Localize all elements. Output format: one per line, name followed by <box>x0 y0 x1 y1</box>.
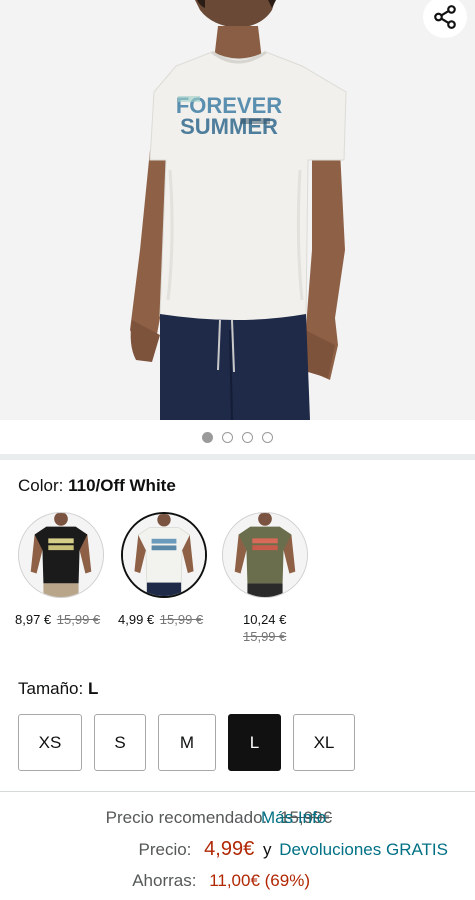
size-option-l[interactable]: L <box>228 714 281 771</box>
section-divider <box>0 454 475 460</box>
product-image[interactable]: FOREVER SUMMER <box>0 0 475 420</box>
swatch-price-khaki: 10,24 € 15,99 € <box>243 612 286 644</box>
color-swatch-off-white[interactable] <box>121 512 207 598</box>
color-selected-value: 110/Off White <box>68 476 176 495</box>
swatch-image <box>123 514 205 596</box>
carousel-dot-1[interactable] <box>202 431 213 443</box>
carousel-dot-2[interactable] <box>222 431 233 443</box>
savings-value: 11,00€ (69%) <box>209 871 310 890</box>
price-value: 4,99€ <box>204 838 255 860</box>
product-photo: FOREVER SUMMER <box>0 0 475 420</box>
carousel-dot-3[interactable] <box>242 431 253 443</box>
size-heading: Tamaño: L <box>18 679 98 699</box>
size-option-xl[interactable]: XL <box>293 714 355 771</box>
swatch-price: 8,97 € <box>15 612 52 627</box>
recommended-price-label: Precio recomendado: <box>105 808 268 827</box>
price-row: Precio: 4,99€ y Devoluciones GRATIS <box>139 838 449 861</box>
savings-label: Ahorras: <box>132 871 197 890</box>
swatch-price-black: 8,97 € 15,99 € <box>15 612 100 627</box>
color-swatch-black[interactable] <box>18 512 104 598</box>
price-label: Precio: <box>138 840 192 859</box>
size-option-s[interactable]: S <box>94 714 146 771</box>
section-divider <box>0 791 475 792</box>
swatch-image <box>19 513 103 597</box>
swatch-price: 4,99 € <box>118 612 155 627</box>
color-heading: Color: 110/Off White <box>18 476 176 496</box>
savings-row: Ahorras: 11,00€ (69%) <box>132 871 310 891</box>
size-label: Tamaño: <box>18 679 84 698</box>
shirt-print-line2: SUMMER <box>180 114 278 139</box>
size-option-xs[interactable]: XS <box>18 714 82 771</box>
image-carousel-indicator <box>0 420 475 454</box>
swatch-image <box>223 513 307 597</box>
share-icon <box>434 5 456 29</box>
more-info-link[interactable]: Más Info <box>261 808 326 828</box>
carousel-dot-4[interactable] <box>262 431 273 443</box>
free-returns-link[interactable]: Devoluciones GRATIS <box>279 840 448 859</box>
swatch-price-off-white: 4,99 € 15,99 € <box>118 612 203 627</box>
color-label: Color: <box>18 476 64 495</box>
size-selected-value: L <box>87 679 99 698</box>
size-option-m[interactable]: M <box>158 714 216 771</box>
swatch-price: 10,24 € <box>243 612 287 627</box>
color-swatch-khaki[interactable] <box>222 512 308 598</box>
swatch-list-price: 15,99 € <box>56 612 101 627</box>
swatch-list-price: 15,99 € <box>159 612 204 627</box>
and-text: y <box>262 840 272 859</box>
swatch-list-price: 15,99 € <box>243 629 287 644</box>
